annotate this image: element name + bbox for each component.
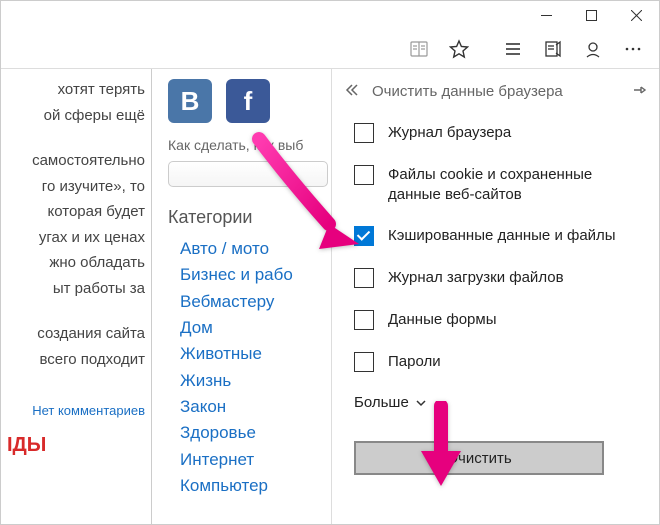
share-icon[interactable] xyxy=(575,31,611,67)
checkbox-label: Журнал браузера xyxy=(388,123,511,143)
heading-fragment: ІДЫ xyxy=(1,428,145,462)
page-sidebar: B f Как сделать, как выб Категории Авто … xyxy=(151,69,331,524)
vk-icon[interactable]: B xyxy=(168,79,212,123)
panel-title: Очистить данные браузера xyxy=(372,83,619,100)
no-comments-link[interactable]: Нет комментариев xyxy=(1,400,145,422)
checkbox-cookies[interactable] xyxy=(354,165,374,185)
maximize-button[interactable] xyxy=(569,1,614,29)
minimize-button[interactable] xyxy=(524,1,569,29)
tagline: Как сделать, как выб xyxy=(168,137,331,153)
category-link[interactable]: Интернет xyxy=(180,447,331,473)
checkbox-label: Файлы cookie и сохраненные данные веб-са… xyxy=(388,165,637,204)
checkbox-download-history[interactable] xyxy=(354,268,374,288)
pin-icon[interactable] xyxy=(631,82,647,101)
category-link[interactable]: Здоровье xyxy=(180,420,331,446)
categories-list: Авто / мото Бизнес и рабо Вебмастеру Дом… xyxy=(168,236,331,499)
category-link[interactable]: Закон xyxy=(180,394,331,420)
checkbox-passwords[interactable] xyxy=(354,352,374,372)
reading-view-icon[interactable] xyxy=(401,31,437,67)
close-button[interactable] xyxy=(614,1,659,29)
category-link[interactable]: Жизнь xyxy=(180,368,331,394)
category-link[interactable]: Авто / мото xyxy=(180,236,331,262)
checkbox-label: Журнал загрузки файлов xyxy=(388,268,564,288)
clear-data-panel: Очистить данные браузера Журнал браузера… xyxy=(331,69,659,524)
category-link[interactable]: Вебмастеру xyxy=(180,289,331,315)
page-text-fragment: хотят терять ой сферы ещё самостоятельно… xyxy=(1,69,151,524)
search-input[interactable] xyxy=(168,161,328,187)
more-icon[interactable] xyxy=(615,31,651,67)
checkbox-label: Пароли xyxy=(388,352,441,372)
checkbox-browsing-history[interactable] xyxy=(354,123,374,143)
checkbox-form-data[interactable] xyxy=(354,310,374,330)
browser-toolbar xyxy=(1,29,659,69)
checkbox-label: Данные формы xyxy=(388,310,496,330)
back-icon[interactable] xyxy=(344,82,360,101)
hub-icon[interactable] xyxy=(495,31,531,67)
web-note-icon[interactable] xyxy=(535,31,571,67)
category-link[interactable]: Компьютер xyxy=(180,473,331,499)
show-more-button[interactable]: Больше xyxy=(354,394,637,411)
checkbox-label: Кэшированные данные и файлы xyxy=(388,226,616,246)
category-link[interactable]: Дом xyxy=(180,315,331,341)
category-link[interactable]: Животные xyxy=(180,341,331,367)
facebook-icon[interactable]: f xyxy=(226,79,270,123)
category-link[interactable]: Бизнес и рабо xyxy=(180,262,331,288)
categories-heading: Категории xyxy=(168,207,331,228)
checkbox-cached-data[interactable] xyxy=(354,226,374,246)
clear-button[interactable]: Очистить xyxy=(354,441,604,475)
favorites-star-icon[interactable] xyxy=(441,31,477,67)
window-titlebar xyxy=(1,1,659,29)
